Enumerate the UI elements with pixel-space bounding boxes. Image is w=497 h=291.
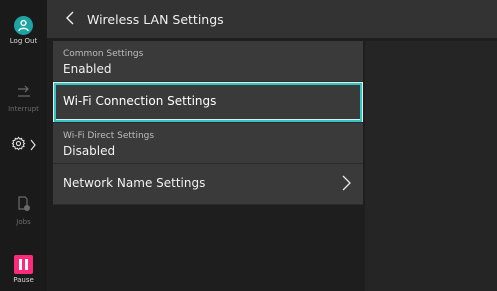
logout-button[interactable]: Log Out <box>0 16 47 45</box>
pause-label: Pause <box>13 276 34 284</box>
device-settings-button[interactable] <box>0 136 47 155</box>
logout-label: Log Out <box>9 37 38 45</box>
list-item-network-name-settings[interactable]: Network Name Settings <box>53 164 363 205</box>
page-title: Wireless LAN Settings <box>87 11 224 27</box>
side-rail: Log Out Interrupt Jobs Pause <box>0 0 47 291</box>
list-item-label: Common Settings <box>63 49 144 59</box>
interrupt-label: Interrupt <box>8 105 39 113</box>
interrupt-button[interactable]: Interrupt <box>0 84 47 113</box>
chevron-right-icon <box>30 136 36 155</box>
pause-icon <box>14 255 33 274</box>
list-item-label: Wi-Fi Connection Settings <box>63 94 217 108</box>
settings-list: Common Settings Enabled Wi-Fi Connection… <box>53 41 363 205</box>
list-item-common-settings[interactable]: Common Settings Enabled <box>53 41 363 82</box>
back-button[interactable] <box>53 0 87 38</box>
jobs-icon <box>17 196 31 216</box>
interrupt-icon <box>16 84 32 103</box>
chevron-right-icon <box>342 175 351 195</box>
jobs-button[interactable]: Jobs <box>0 196 47 226</box>
pause-button[interactable]: Pause <box>0 255 47 284</box>
right-panel <box>365 41 497 291</box>
list-item-value: Enabled <box>63 62 112 76</box>
chevron-left-icon <box>66 10 74 29</box>
list-item-label: Wi-Fi Direct Settings <box>63 131 155 141</box>
user-icon <box>14 16 33 35</box>
list-item-wifi-direct-settings[interactable]: Wi-Fi Direct Settings Disabled <box>53 123 363 164</box>
list-item-label: Network Name Settings <box>63 176 206 190</box>
list-item-wifi-connection-settings[interactable]: Wi-Fi Connection Settings <box>53 82 363 123</box>
jobs-label: Jobs <box>16 218 31 226</box>
list-item-value: Disabled <box>63 144 116 158</box>
header-bar: Wireless LAN Settings <box>47 0 497 38</box>
gear-icon <box>11 136 26 155</box>
